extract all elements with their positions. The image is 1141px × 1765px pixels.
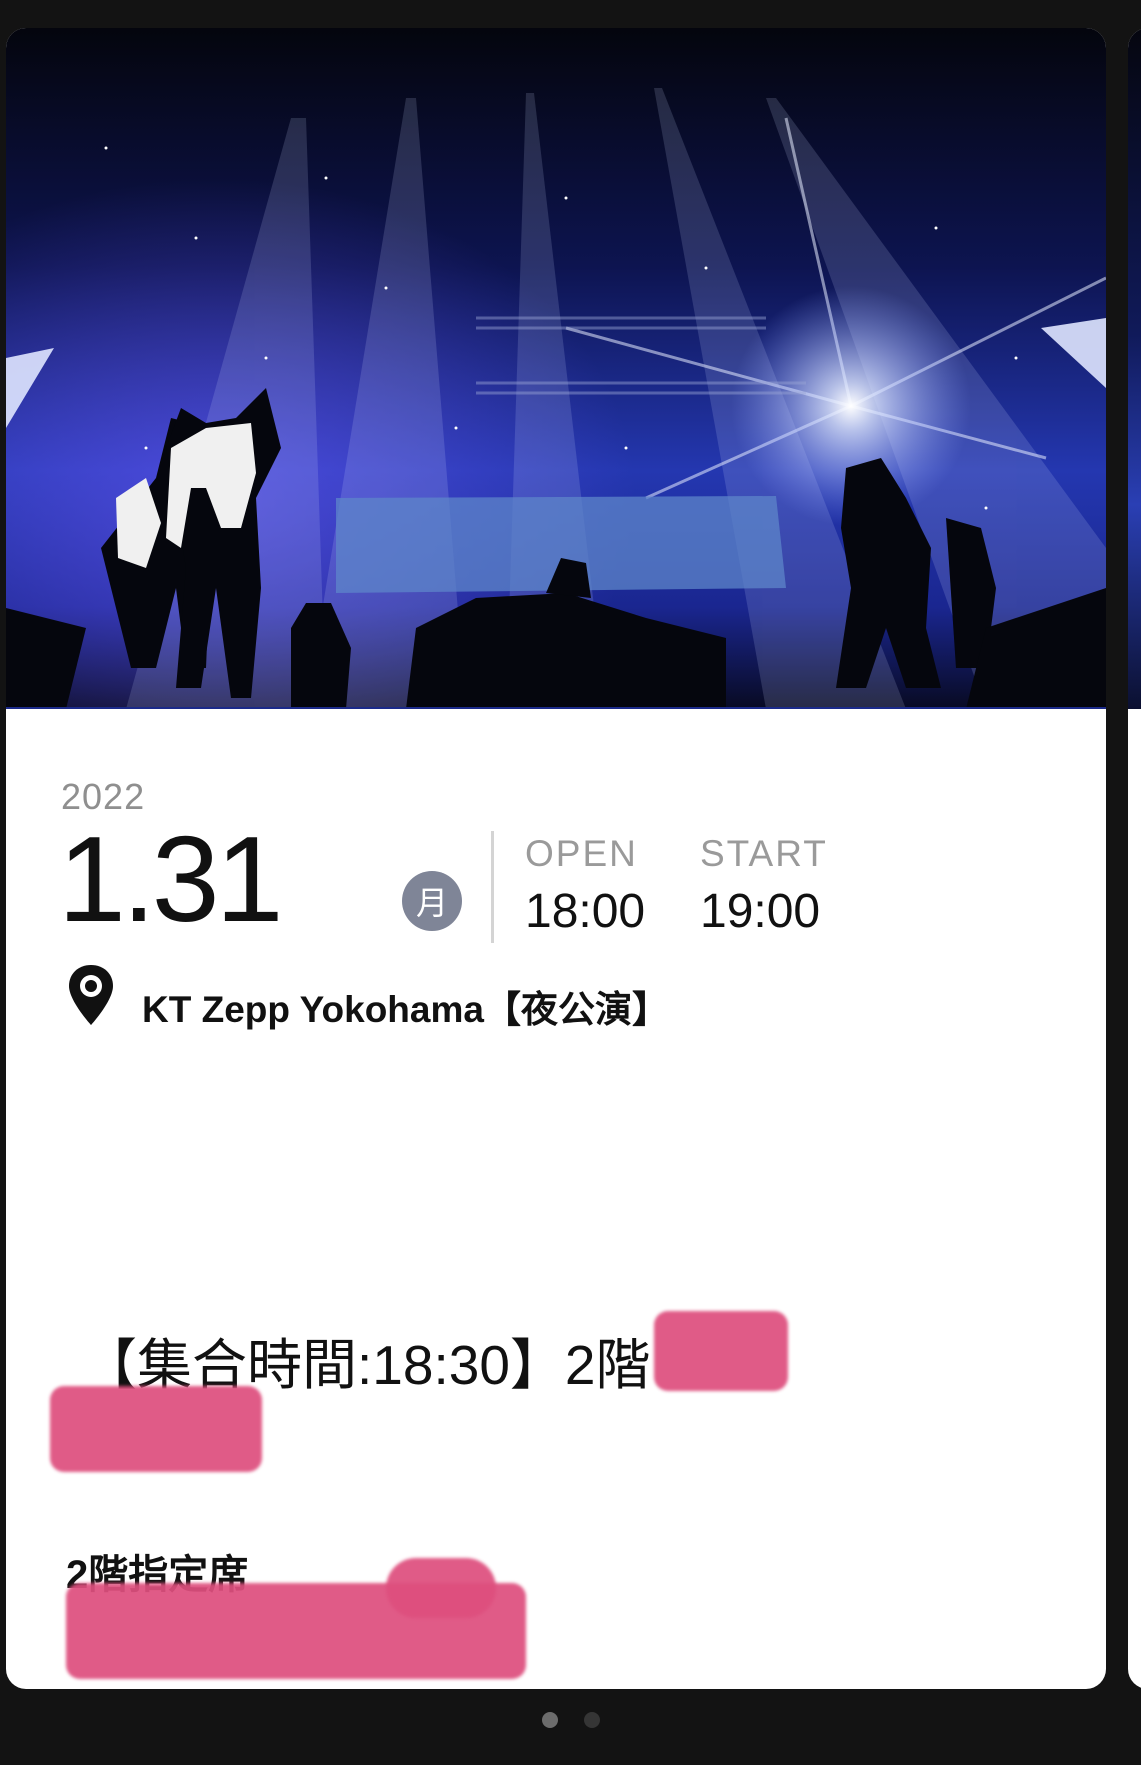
event-date: 1.31 <box>58 811 283 947</box>
start-label: START <box>700 833 828 874</box>
next-ticket-card-peek[interactable] <box>1128 28 1141 1689</box>
page-indicator <box>0 1712 1141 1728</box>
open-label: OPEN <box>525 833 638 874</box>
page-dot-1[interactable] <box>541 1712 558 1728</box>
redaction-mark <box>50 1386 262 1472</box>
open-time: 18:00 <box>525 885 646 938</box>
concert-photo <box>6 28 1106 709</box>
redaction-mark <box>654 1311 788 1391</box>
next-card-photo <box>1128 28 1141 709</box>
map-pin-icon <box>69 965 113 1025</box>
venue-name: KT Zepp Yokohama【夜公演】 <box>142 989 669 1030</box>
ticket-card[interactable]: 2022 1.31 月 OPEN 18:00 START 19:00 KT Ze… <box>6 28 1106 1689</box>
redaction-mark <box>386 1558 496 1618</box>
page-dot-2[interactable] <box>583 1712 600 1728</box>
weekday-badge: 月 <box>402 871 462 931</box>
date-time-divider <box>491 831 494 943</box>
start-time: 19:00 <box>700 885 821 938</box>
